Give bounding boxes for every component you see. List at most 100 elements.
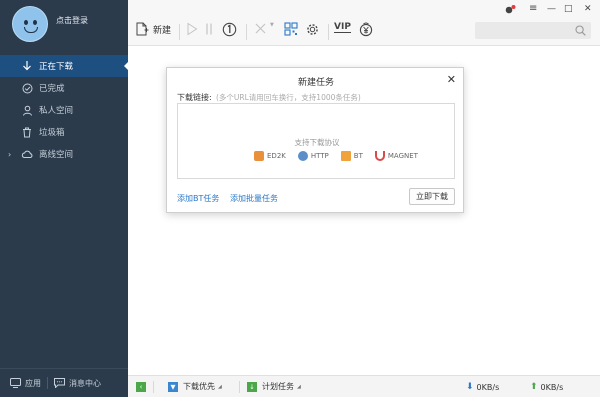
sidebar-item-label: 正在下载 [39,62,74,72]
search-input[interactable] [475,22,591,39]
dropdown-arrow-icon: ▼ [270,22,274,28]
pause-button[interactable] [204,22,214,36]
toolbar-divider [328,24,329,40]
login-link[interactable]: 点击登录 [56,15,88,26]
dropdown-arrow-icon: ◢ [218,383,222,390]
sidebar-item-label: 离线空间 [39,150,74,160]
protocol-http: HTTP [297,151,329,161]
start-button[interactable] [186,22,198,36]
sidebar-item-completed[interactable]: 已完成 [0,77,128,99]
bt-folder-icon [340,151,351,161]
add-batch-task-link[interactable]: 添加批量任务 [230,193,278,204]
speed-limit-icon [222,22,237,37]
protocol-label: BT [353,152,363,160]
supported-protocols-label: 支持下载协议 [294,138,340,147]
sidebar-item-label: 私人空间 [39,106,74,116]
gear-icon [307,24,318,35]
avatar[interactable] [12,6,48,42]
upload-speed-value: 0KB/s [540,382,564,392]
download-speed: ⬇ 0KB/s [466,382,499,392]
delete-button[interactable] [254,22,267,35]
sidebar-nav: 正在下载 已完成 私人空间 垃圾箱 › 离线空间 [0,55,129,165]
scan-button[interactable] [284,22,298,36]
download-priority-label: 下载优先 [183,382,215,391]
sidebar-item-downloading[interactable]: 正在下载 [0,55,129,77]
protocol-list: ED2K HTTP BT MAGNET [254,151,430,161]
new-task-label: 新建 [153,25,172,36]
dropdown-arrow-icon: ◢ [297,383,301,390]
footer-divider [47,377,48,389]
wallet-button[interactable] [359,22,373,37]
chevron-left-icon: ‹ [139,383,143,391]
vip-button[interactable]: VIP [334,22,351,33]
cloud-icon [21,148,33,160]
more-dropdown[interactable]: ▼ [270,22,274,28]
schedule-icon: ↓ [247,381,257,392]
skin-icon[interactable] [505,4,516,14]
statusbar-divider [153,381,154,393]
new-task-button[interactable]: 新建 [136,22,171,36]
search-icon[interactable] [575,25,586,36]
download-now-button[interactable]: 立即下载 [409,188,455,205]
check-circle-icon [21,82,33,94]
settings-button[interactable] [305,22,320,37]
download-priority-icon: ▼ [168,381,178,392]
close-window-button[interactable]: ✕ [584,4,592,14]
apps-label: 应用 [25,378,41,388]
toolbar-divider [179,24,180,40]
sidebar-footer: 应用 消息中心 [0,368,128,397]
upload-speed: ⬆ 0KB/s [530,382,563,392]
sidebar-item-label: 已完成 [39,84,65,94]
download-speed-value: 0KB/s [476,382,500,392]
avatar-mouth [24,27,38,33]
dialog-title: 新建任务 [297,78,334,88]
download-speed-icon: ⬇ [466,382,474,392]
new-file-icon [136,22,149,36]
maximize-button[interactable]: □ [564,4,573,14]
scheduled-task-button[interactable]: ↓ 计划任务 ◢ [247,381,301,392]
apps-button[interactable]: 应用 [10,378,41,389]
dialog-close-button[interactable]: ✕ [447,73,456,86]
ed2k-icon [254,151,264,161]
vip-label: VIP [334,22,351,33]
link-hint: (多个URL请用回车换行，支持1000条任务) [216,93,361,102]
statusbar-divider [239,381,240,393]
protocol-ed2k: ED2K [254,151,286,161]
protocol-bt: BT [340,151,363,161]
http-globe-icon [297,151,308,161]
protocol-label: HTTP [310,152,329,160]
play-icon [187,22,198,36]
magnet-icon [374,151,385,161]
user-icon [21,104,33,116]
avatar-eye-left [24,20,28,25]
chevron-right-icon[interactable]: › [8,150,11,159]
speed-limit-button[interactable] [222,22,237,37]
link-textarea[interactable]: 支持下载协议 ED2K HTTP BT MAGNET [177,103,455,179]
collapse-sidebar-button[interactable]: ‹ [136,382,146,392]
message-icon [54,378,65,388]
qr-code-icon [284,22,298,36]
minimize-button[interactable]: — [547,4,556,14]
link-label: 下载链接: [177,93,212,102]
upload-speed-icon: ⬆ [530,382,538,392]
menu-icon[interactable]: ≡ [529,3,537,14]
new-task-dialog: 新建任务 ✕ 下载链接: (多个URL请用回车换行，支持1000条任务) 支持下… [166,67,464,213]
toolbar-divider [246,24,247,40]
sidebar-item-label: 垃圾箱 [39,128,65,138]
download-priority-button[interactable]: ▼ 下载优先 ◢ [168,381,222,392]
pause-icon [206,23,212,35]
message-center-label: 消息中心 [69,378,101,388]
scheduled-task-label: 计划任务 [262,382,294,391]
protocol-magnet: MAGNET [374,151,418,161]
sidebar-item-trash[interactable]: 垃圾箱 [0,121,128,143]
sidebar-item-private-space[interactable]: 私人空间 [0,99,128,121]
trash-icon [21,126,33,138]
message-center-button[interactable]: 消息中心 [54,378,101,389]
sidebar-item-offline-space[interactable]: › 离线空间 [0,143,128,165]
yuan-coin-icon [359,22,373,37]
status-bar: ‹ ▼ 下载优先 ◢ ↓ 计划任务 ◢ ⬇ 0KB/s ⬆ 0KB/s [128,375,600,397]
download-arrow-icon [21,60,33,72]
protocol-label: MAGNET [387,152,418,160]
add-bt-task-link[interactable]: 添加BT任务 [177,193,219,204]
avatar-eye-right [33,20,37,25]
